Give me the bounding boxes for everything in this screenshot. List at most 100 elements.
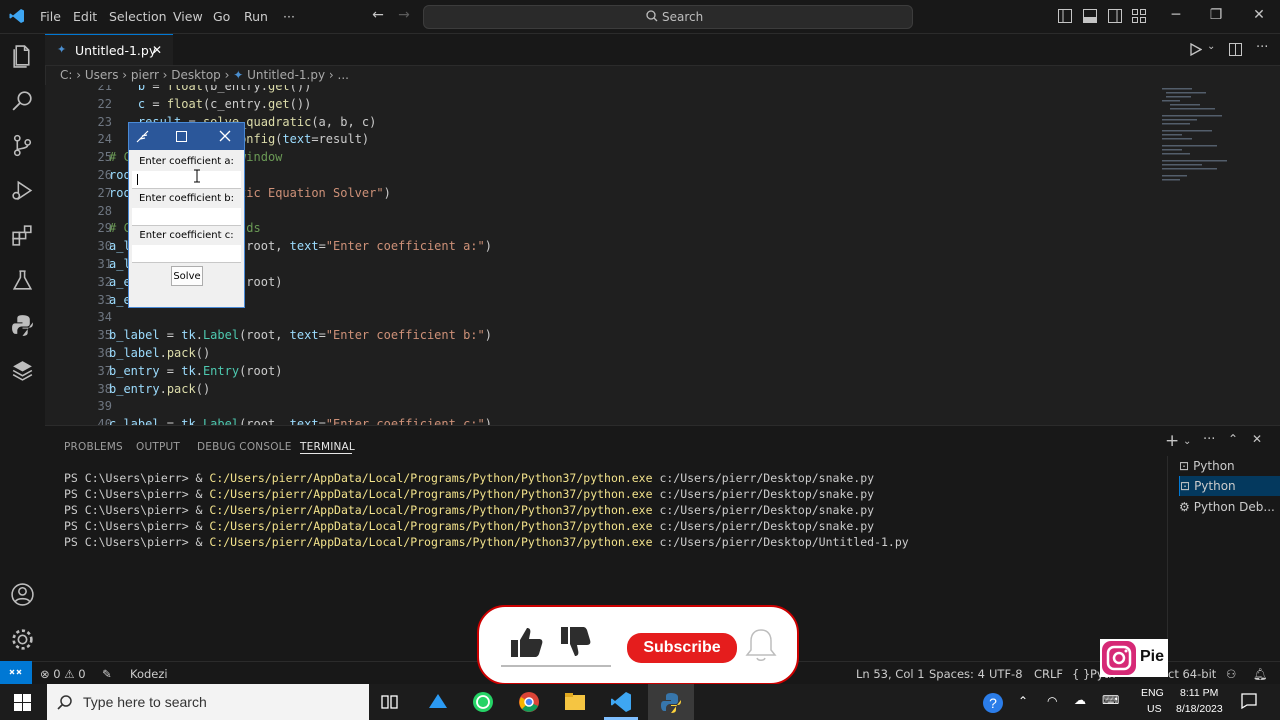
maximize-panel-icon[interactable]: ⌃ <box>1228 432 1238 446</box>
remote-indicator[interactable] <box>0 661 32 684</box>
tab-untitled-1[interactable]: ✦ Untitled-1.py ✕ <box>45 34 173 65</box>
restore-icon[interactable]: ❐ <box>1208 7 1224 23</box>
breadcrumb-more[interactable]: › ... <box>329 68 349 82</box>
network-icon[interactable]: ◠ <box>1047 694 1057 708</box>
python-taskbar-slot[interactable] <box>648 684 694 720</box>
account-icon[interactable] <box>10 582 35 607</box>
menu-go[interactable]: Go <box>213 9 230 24</box>
minimize-icon[interactable]: ─ <box>1168 7 1184 23</box>
terminal-item-python-1[interactable]: ⊡ Python <box>1179 456 1280 476</box>
tk-maximize-icon[interactable] <box>176 131 187 142</box>
code-line[interactable]: b = float(b_entry.get()) <box>109 85 311 93</box>
tab-label: Untitled-1.py <box>75 43 157 58</box>
tab-close-icon[interactable]: ✕ <box>152 43 162 57</box>
cloud-icon[interactable]: ☁ <box>1074 693 1086 707</box>
tk-close-icon[interactable] <box>219 130 231 142</box>
encoding[interactable]: UTF-8 <box>989 667 1023 681</box>
new-terminal-icon[interactable]: + <box>1165 431 1179 451</box>
window-close-icon[interactable]: ✕ <box>1251 7 1267 23</box>
settings-gear-icon[interactable] <box>10 627 35 652</box>
panel-more-icon[interactable]: ··· <box>1203 432 1215 447</box>
action-center-icon[interactable] <box>1241 693 1257 709</box>
more-actions-icon[interactable]: ··· <box>1256 40 1268 55</box>
taskbar-search-box[interactable]: Type here to search <box>47 684 369 720</box>
feedback-icon[interactable]: ⚇ <box>1226 667 1236 681</box>
terminal-item-python-debug[interactable]: ⚙ Python Deb... <box>1179 497 1280 517</box>
toggle-secondary-sidebar-icon[interactable] <box>1108 9 1122 23</box>
solve-button[interactable]: Solve <box>171 266 203 286</box>
run-dropdown-chevron-icon[interactable]: ⌄ <box>1207 41 1215 52</box>
menu-selection[interactable]: Selection <box>109 9 167 24</box>
line-endings[interactable]: CRLF <box>1034 667 1063 681</box>
code-line[interactable]: b_entry = tk.Entry(root) <box>109 364 282 378</box>
clock-time[interactable]: 8:11 PM <box>1180 687 1218 699</box>
forward-arrow-icon[interactable]: → <box>396 7 412 23</box>
python-icon[interactable] <box>10 313 35 338</box>
python-interpreter[interactable]: ct 64-bit <box>1168 667 1216 681</box>
layers-icon[interactable] <box>10 358 35 383</box>
vscode-taskbar-icon[interactable] <box>610 691 632 713</box>
thumbs-down-icon[interactable] <box>559 625 593 659</box>
back-arrow-icon[interactable]: ← <box>370 7 386 23</box>
entry-coefficient-a[interactable] <box>132 171 241 189</box>
code-line[interactable]: b_entry.pack() <box>109 382 210 396</box>
kodezi-label[interactable]: Kodezi <box>130 667 168 681</box>
language-indicator[interactable]: ENG <box>1141 687 1164 699</box>
terminal-dropdown-icon[interactable]: ⌄ <box>1183 436 1191 447</box>
entry-coefficient-c[interactable] <box>132 245 241 263</box>
clock-date[interactable]: 8/18/2023 <box>1176 703 1223 715</box>
notifications-bell-icon[interactable]: 🔔︎ <box>1253 667 1268 681</box>
toggle-panel-icon[interactable] <box>1083 9 1097 23</box>
terminal-line: PS C:\Users\pierr> & C:/Users/pierr/AppD… <box>64 519 874 533</box>
extensions-icon[interactable] <box>10 223 35 248</box>
chrome-icon[interactable] <box>518 691 540 713</box>
tk-title-bar[interactable] <box>129 123 244 150</box>
explorer-icon[interactable] <box>10 44 35 69</box>
close-panel-icon[interactable]: ✕ <box>1252 432 1262 446</box>
terminal-item-label: Python Deb... <box>1193 500 1275 514</box>
code-line[interactable]: c = float(c_entry.get()) <box>109 97 311 111</box>
code-line[interactable]: c_label = tk.Label(root, text="Enter coe… <box>109 417 492 425</box>
help-icon[interactable]: ? <box>982 692 1004 714</box>
source-control-icon[interactable] <box>10 133 35 158</box>
errors-indicator[interactable]: ⊗ 0 ⚠ 0 <box>40 667 86 681</box>
code-line[interactable]: b_label.pack() <box>109 346 210 360</box>
minimap[interactable] <box>1160 85 1270 195</box>
search-view-icon[interactable] <box>10 88 35 113</box>
customize-layout-icon[interactable] <box>1132 9 1146 23</box>
tab-output[interactable]: OUTPUT <box>136 441 180 453</box>
notification-bell-icon[interactable] <box>744 627 778 665</box>
app-icon-blue[interactable] <box>427 692 449 712</box>
run-file-icon[interactable] <box>1190 43 1202 56</box>
testing-flask-icon[interactable] <box>10 268 35 293</box>
menu-file[interactable]: File <box>40 9 61 24</box>
code-line[interactable]: b_label = tk.Label(root, text="Enter coe… <box>109 328 492 342</box>
split-editor-icon[interactable] <box>1229 43 1242 56</box>
toggle-sidebar-icon[interactable] <box>1058 9 1072 23</box>
tray-chevron-icon[interactable]: ⌃ <box>1018 694 1028 708</box>
menu-run[interactable]: Run <box>244 9 268 24</box>
file-explorer-icon[interactable] <box>564 692 586 711</box>
subscribe-button[interactable]: Subscribe <box>627 633 737 663</box>
tab-problems[interactable]: PROBLEMS <box>64 441 123 453</box>
tk-app-window[interactable]: Enter coefficient a: Enter coefficient b… <box>128 122 245 308</box>
keyboard-icon[interactable]: ⌨ <box>1102 693 1119 707</box>
menu-edit[interactable]: Edit <box>73 9 97 24</box>
menu-more[interactable]: ··· <box>283 9 295 24</box>
cursor-position[interactable]: Ln 53, Col 1 <box>856 667 925 681</box>
indentation[interactable]: Spaces: 4 <box>929 667 985 681</box>
whatsapp-icon[interactable] <box>472 691 494 713</box>
tab-terminal[interactable]: TERMINAL <box>300 441 355 453</box>
thumbs-up-icon[interactable] <box>509 625 545 659</box>
task-view-icon[interactable] <box>381 694 398 710</box>
entry-coefficient-b[interactable] <box>132 208 241 226</box>
terminal-item-python-2[interactable]: ⊡ Python <box>1179 476 1280 496</box>
windows-start-icon[interactable] <box>14 694 31 711</box>
menu-view[interactable]: View <box>173 9 203 24</box>
run-debug-icon[interactable] <box>10 178 35 203</box>
tab-debug-console[interactable]: DEBUG CONSOLE <box>197 441 292 453</box>
command-search-box[interactable]: Search <box>423 5 913 29</box>
region-indicator[interactable]: US <box>1147 703 1162 715</box>
breadcrumb-file[interactable]: Untitled-1.py <box>247 68 325 82</box>
breadcrumb-path[interactable]: C: › Users › pierr › Desktop › <box>60 68 229 82</box>
